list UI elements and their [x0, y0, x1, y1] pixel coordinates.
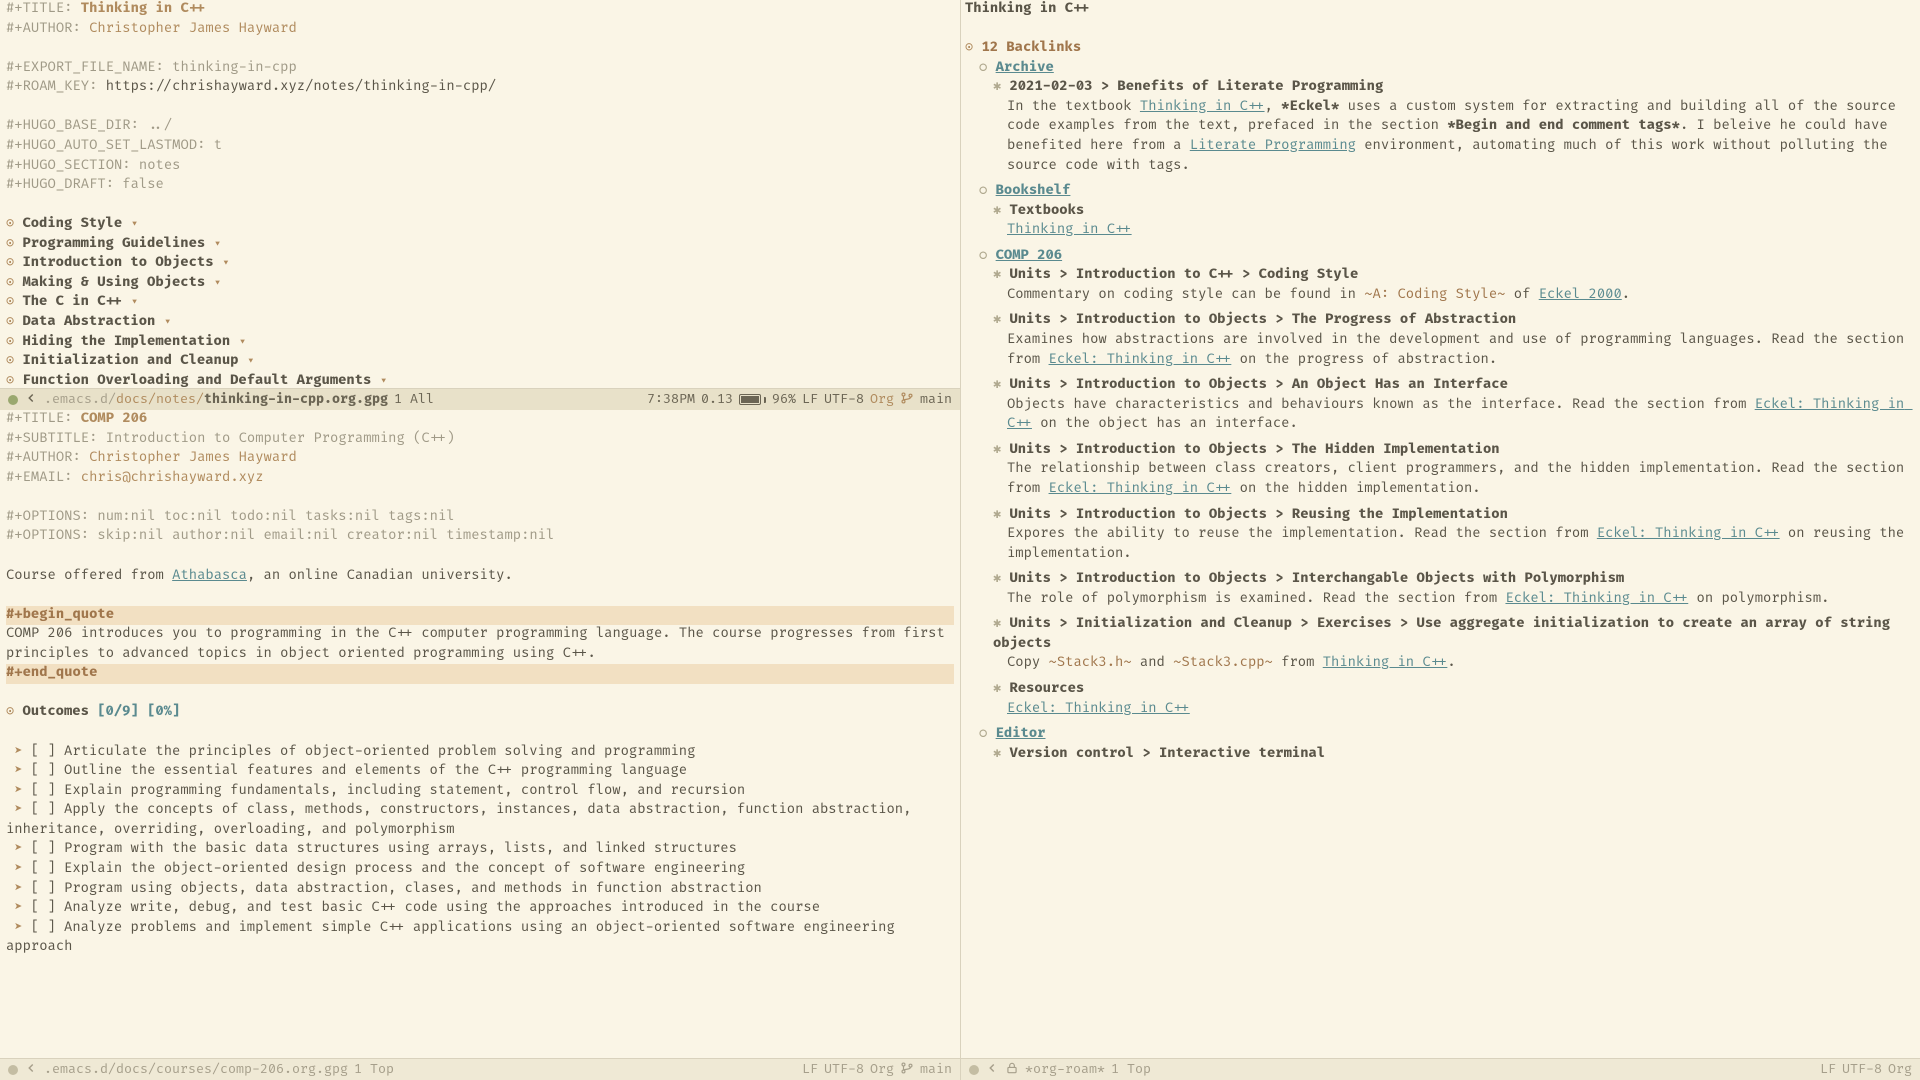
- org-heading[interactable]: Initialization and Cleanup: [22, 353, 238, 369]
- org-heading[interactable]: Programming Guidelines: [22, 236, 205, 252]
- modified-indicator: [8, 395, 18, 405]
- back-arrow-icon[interactable]: [24, 1060, 38, 1079]
- git-branch-icon: [900, 390, 914, 409]
- org-heading[interactable]: The C in C++: [22, 294, 122, 310]
- org-heading[interactable]: Coding Style: [22, 216, 122, 232]
- backlink-node[interactable]: Archive: [996, 60, 1054, 76]
- git-branch-icon: [900, 1060, 914, 1079]
- lock-icon: [1005, 1060, 1019, 1079]
- modeline-org-roam: *org-roam* 1 Top LF UTF-8 Org: [961, 1058, 1920, 1080]
- back-arrow-icon[interactable]: [985, 1060, 999, 1079]
- org-heading[interactable]: Hiding the Implementation: [22, 334, 230, 350]
- backlink-node[interactable]: COMP 206: [996, 248, 1062, 264]
- buffer-org-roam[interactable]: Thinking in C++ ⊙ 12 Backlinks○ Archive✱…: [961, 0, 1920, 1058]
- modeline-thinking: .emacs.d/docs/notes/thinking-in-cpp.org.…: [0, 388, 960, 410]
- org-heading[interactable]: Function Overloading and Default Argumen…: [22, 373, 371, 388]
- org-heading[interactable]: Introduction to Objects: [22, 255, 213, 271]
- backlink-node[interactable]: Editor: [996, 726, 1046, 742]
- athabasca-link[interactable]: Athabasca: [172, 568, 247, 584]
- buffer-thinking-in-cpp[interactable]: #+TITLE: Thinking in C++#+AUTHOR: Christ…: [0, 0, 960, 388]
- org-heading[interactable]: Data Abstraction: [22, 314, 155, 330]
- battery-icon: [739, 394, 766, 405]
- backlink-node[interactable]: Bookshelf: [996, 183, 1071, 199]
- modified-indicator: [969, 1065, 979, 1075]
- modified-indicator: [8, 1065, 18, 1075]
- org-heading[interactable]: Making & Using Objects: [22, 275, 205, 291]
- buffer-comp-206[interactable]: #+TITLE: COMP 206#+SUBTITLE: Introductio…: [0, 410, 960, 1058]
- back-arrow-icon[interactable]: [24, 390, 38, 409]
- modeline-comp206: .emacs.d/docs/courses/comp-206.org.gpg 1…: [0, 1058, 960, 1080]
